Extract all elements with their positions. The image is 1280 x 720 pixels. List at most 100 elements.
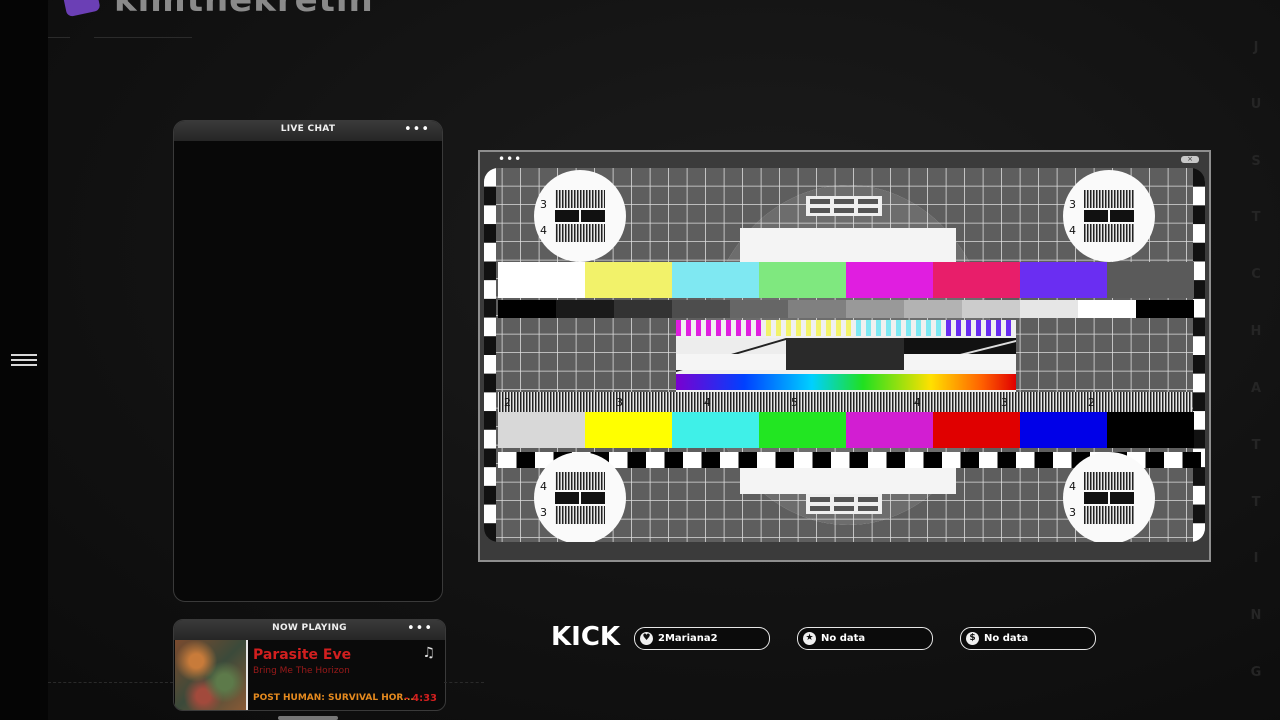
checker-cell (1016, 452, 1035, 468)
color-bar (759, 262, 846, 298)
color-stripe (756, 320, 761, 336)
checker-cell (849, 452, 868, 468)
gray-step (788, 300, 846, 318)
checker-cell (812, 452, 831, 468)
side-letter: J (1253, 40, 1259, 55)
color-bar (933, 412, 1020, 448)
checker-cell (738, 452, 757, 468)
edge-check (1193, 467, 1205, 486)
stat-pill-followers: ♥ 2Mariana2 (634, 627, 770, 650)
checker-cell (905, 452, 924, 468)
corner-digit: 3 (1069, 198, 1076, 211)
now-playing-header: NOW PLAYING ••• (174, 620, 445, 640)
header-divider (94, 37, 192, 38)
color-stripe (866, 320, 871, 336)
edge-check (1193, 298, 1205, 318)
edge-check (1193, 523, 1205, 542)
color-stripe (996, 320, 1001, 336)
edge-check (1193, 280, 1205, 299)
corner-mark (579, 492, 581, 504)
color-stripe (786, 320, 791, 336)
gray-step (904, 300, 962, 318)
checker-cell (868, 452, 887, 468)
close-icon[interactable]: × (1181, 156, 1199, 163)
color-stripe (926, 320, 931, 336)
video-window: ••• × 2 3 4 5 4 3 2 3 4 3 4 4 3 4 3 (478, 150, 1211, 562)
gray-step (1136, 300, 1194, 318)
gray-step (498, 300, 556, 318)
live-chat-panel: LIVE CHAT ••• (173, 120, 443, 602)
color-bar (672, 412, 759, 448)
side-letter: U (1250, 96, 1262, 112)
gray-step (1078, 300, 1136, 318)
side-letter: I (1253, 551, 1259, 567)
checker-cell (1182, 452, 1201, 468)
kick-channel-logo-icon (61, 0, 101, 18)
edge-check (1193, 317, 1205, 337)
color-stripe (936, 320, 941, 336)
scrollbar-handle[interactable] (278, 716, 338, 720)
side-letter: N (1250, 608, 1262, 624)
star-icon: ★ (803, 632, 816, 645)
color-stripe (896, 320, 901, 336)
more-dots-icon[interactable]: ••• (407, 621, 433, 636)
corner-hatch (555, 224, 605, 242)
color-stripe (796, 320, 801, 336)
checker-cell (794, 452, 813, 468)
ruler-digit: 2 (1088, 396, 1095, 409)
track-time-remaining: - 4:33 (404, 693, 437, 704)
left-rail (0, 0, 48, 720)
side-letter: A (1250, 380, 1262, 396)
corner-digit: 3 (540, 198, 547, 211)
corner-hatch (555, 190, 605, 208)
gray-step (846, 300, 904, 318)
more-dots-icon[interactable]: ••• (498, 152, 522, 166)
color-stripe (736, 320, 741, 336)
color-stripe (706, 320, 711, 336)
hamburger-menu-icon[interactable] (11, 354, 37, 366)
corner-digit: 3 (1069, 506, 1076, 519)
edge-check (1193, 355, 1205, 374)
color-stripe (836, 320, 841, 336)
color-stripe (916, 320, 921, 336)
color-stripe (956, 320, 961, 336)
edge-check (1193, 242, 1205, 262)
color-stripe (946, 320, 951, 336)
checker-cell (720, 452, 739, 468)
corner-digit: 3 (540, 506, 547, 519)
edge-check (1193, 373, 1205, 393)
ruler-digit: 4 (914, 396, 921, 409)
corner-digit: 4 (1069, 224, 1076, 237)
corner-hatch (555, 506, 605, 524)
checker-cell (923, 452, 942, 468)
edge-check (1193, 429, 1205, 449)
color-bar (759, 412, 846, 448)
color-stripe (676, 320, 681, 336)
color-stripe (686, 320, 691, 336)
corner-hatch (555, 472, 605, 490)
side-letter: C (1251, 267, 1261, 283)
checker-cell (757, 452, 776, 468)
stat-label: No data (984, 633, 1029, 644)
edge-check (1193, 224, 1205, 243)
color-bar (1107, 412, 1194, 448)
color-stripe (906, 320, 911, 336)
color-stripe (856, 320, 861, 336)
color-stripe (766, 320, 771, 336)
checker-cell (1034, 452, 1053, 468)
edge-check (1193, 411, 1205, 430)
header-divider (48, 37, 70, 38)
color-stripe (976, 320, 981, 336)
side-letter: S (1251, 153, 1261, 169)
color-bar (585, 262, 672, 298)
corner-hatch (1084, 224, 1134, 242)
live-chat-title: LIVE CHAT (280, 124, 336, 134)
checker-cell (646, 452, 665, 468)
edge-check (1193, 336, 1205, 355)
color-stripe (726, 320, 731, 336)
track-title: Parasite Eve (253, 647, 352, 663)
more-dots-icon[interactable]: ••• (404, 122, 430, 137)
edge-check (1193, 261, 1205, 281)
corner-mark (579, 210, 581, 222)
side-letter-column: J U S T C H A T T I N G (1246, 40, 1266, 680)
